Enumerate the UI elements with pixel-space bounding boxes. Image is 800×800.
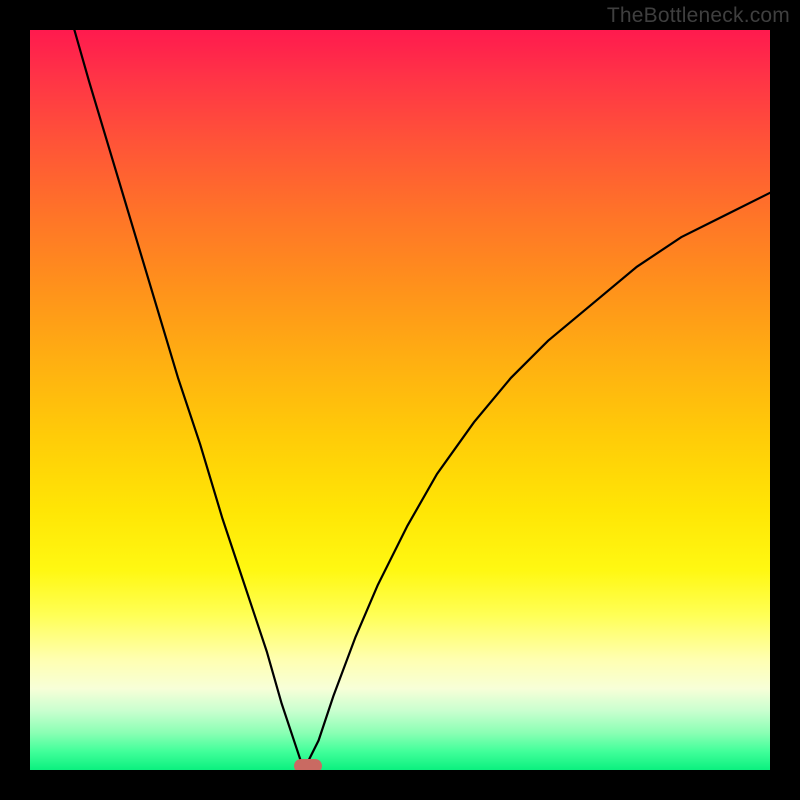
watermark-text: TheBottleneck.com [607,4,790,28]
plot-area [30,30,770,770]
chart-frame: TheBottleneck.com [0,0,800,800]
optimum-marker [294,759,322,770]
bottleneck-curve [30,30,770,770]
curve-right-branch [304,193,770,770]
curve-left-branch [74,30,303,770]
